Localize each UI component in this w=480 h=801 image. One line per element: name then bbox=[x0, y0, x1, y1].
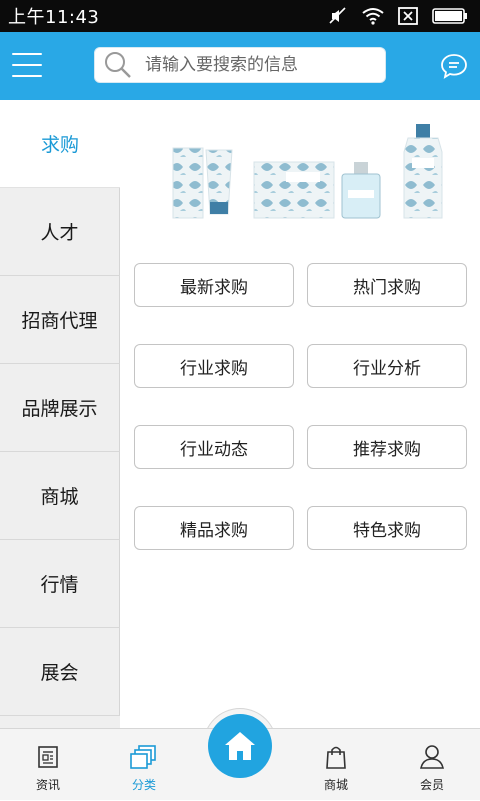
search-box[interactable] bbox=[94, 47, 386, 83]
sidebar-item-rencai[interactable]: 人才 bbox=[0, 188, 120, 276]
sidebar-item-zhaoshang[interactable]: 招商代理 bbox=[0, 276, 120, 364]
btn-latest-purchase[interactable]: 最新求购 bbox=[134, 263, 294, 307]
tab-category[interactable]: 分类 bbox=[104, 729, 184, 801]
home-button[interactable] bbox=[208, 714, 272, 778]
tab-mall[interactable]: 商城 bbox=[296, 729, 376, 801]
btn-industry-purchase[interactable]: 行业求购 bbox=[134, 344, 294, 388]
menu-icon-line bbox=[12, 53, 42, 55]
tab-member-label: 会员 bbox=[419, 778, 444, 792]
sidebar-item-pinpai[interactable]: 品牌展示 bbox=[0, 364, 120, 452]
mute-icon bbox=[329, 7, 346, 24]
user-icon bbox=[420, 745, 444, 769]
menu-icon-line bbox=[12, 75, 42, 77]
tab-news[interactable]: 资讯 bbox=[8, 729, 88, 801]
sidebar-item-zhanhui[interactable]: 展会 bbox=[0, 628, 120, 716]
no-sim-icon bbox=[398, 7, 418, 25]
status-bar: 上午11:43 bbox=[0, 0, 480, 32]
tab-news-label: 资讯 bbox=[35, 778, 60, 792]
menu-button[interactable] bbox=[12, 50, 42, 80]
btn-premium-purchase[interactable]: 精品求购 bbox=[134, 506, 294, 550]
category-sidebar: 求购 人才 招商代理 品牌展示 商城 行情 展会 bbox=[0, 100, 120, 728]
sidebar-item-shangcheng[interactable]: 商城 bbox=[0, 452, 120, 540]
chat-button[interactable] bbox=[440, 52, 468, 80]
btn-hot-purchase[interactable]: 热门求购 bbox=[307, 263, 467, 307]
status-icons bbox=[328, 7, 468, 25]
tab-category-label: 分类 bbox=[131, 778, 156, 792]
category-content: 最新求购 热门求购 行业求购 行业分析 行业动态 推荐求购 精品求购 特色求购 bbox=[120, 100, 480, 728]
btn-featured-purchase[interactable]: 特色求购 bbox=[307, 506, 467, 550]
category-icon bbox=[130, 745, 156, 769]
product-banner-image bbox=[172, 124, 443, 219]
chat-bubble-icon bbox=[441, 54, 467, 79]
tab-member[interactable]: 会员 bbox=[392, 729, 472, 801]
home-icon bbox=[225, 732, 255, 760]
status-time: 上午11:43 bbox=[8, 7, 100, 28]
news-icon bbox=[38, 746, 58, 768]
menu-icon-line bbox=[12, 64, 42, 66]
app-header bbox=[0, 32, 480, 100]
search-input[interactable] bbox=[145, 55, 375, 75]
btn-recommended-purchase[interactable]: 推荐求购 bbox=[307, 425, 467, 469]
btn-industry-news[interactable]: 行业动态 bbox=[134, 425, 294, 469]
search-icon bbox=[105, 52, 131, 78]
sidebar-item-qiugou[interactable]: 求购 bbox=[0, 100, 120, 188]
tab-mall-label: 商城 bbox=[323, 778, 348, 792]
btn-industry-analysis[interactable]: 行业分析 bbox=[307, 344, 467, 388]
sidebar-item-hangqing[interactable]: 行情 bbox=[0, 540, 120, 628]
battery-icon bbox=[432, 8, 467, 24]
wifi-icon bbox=[362, 8, 384, 25]
shopping-bag-icon bbox=[326, 746, 346, 769]
